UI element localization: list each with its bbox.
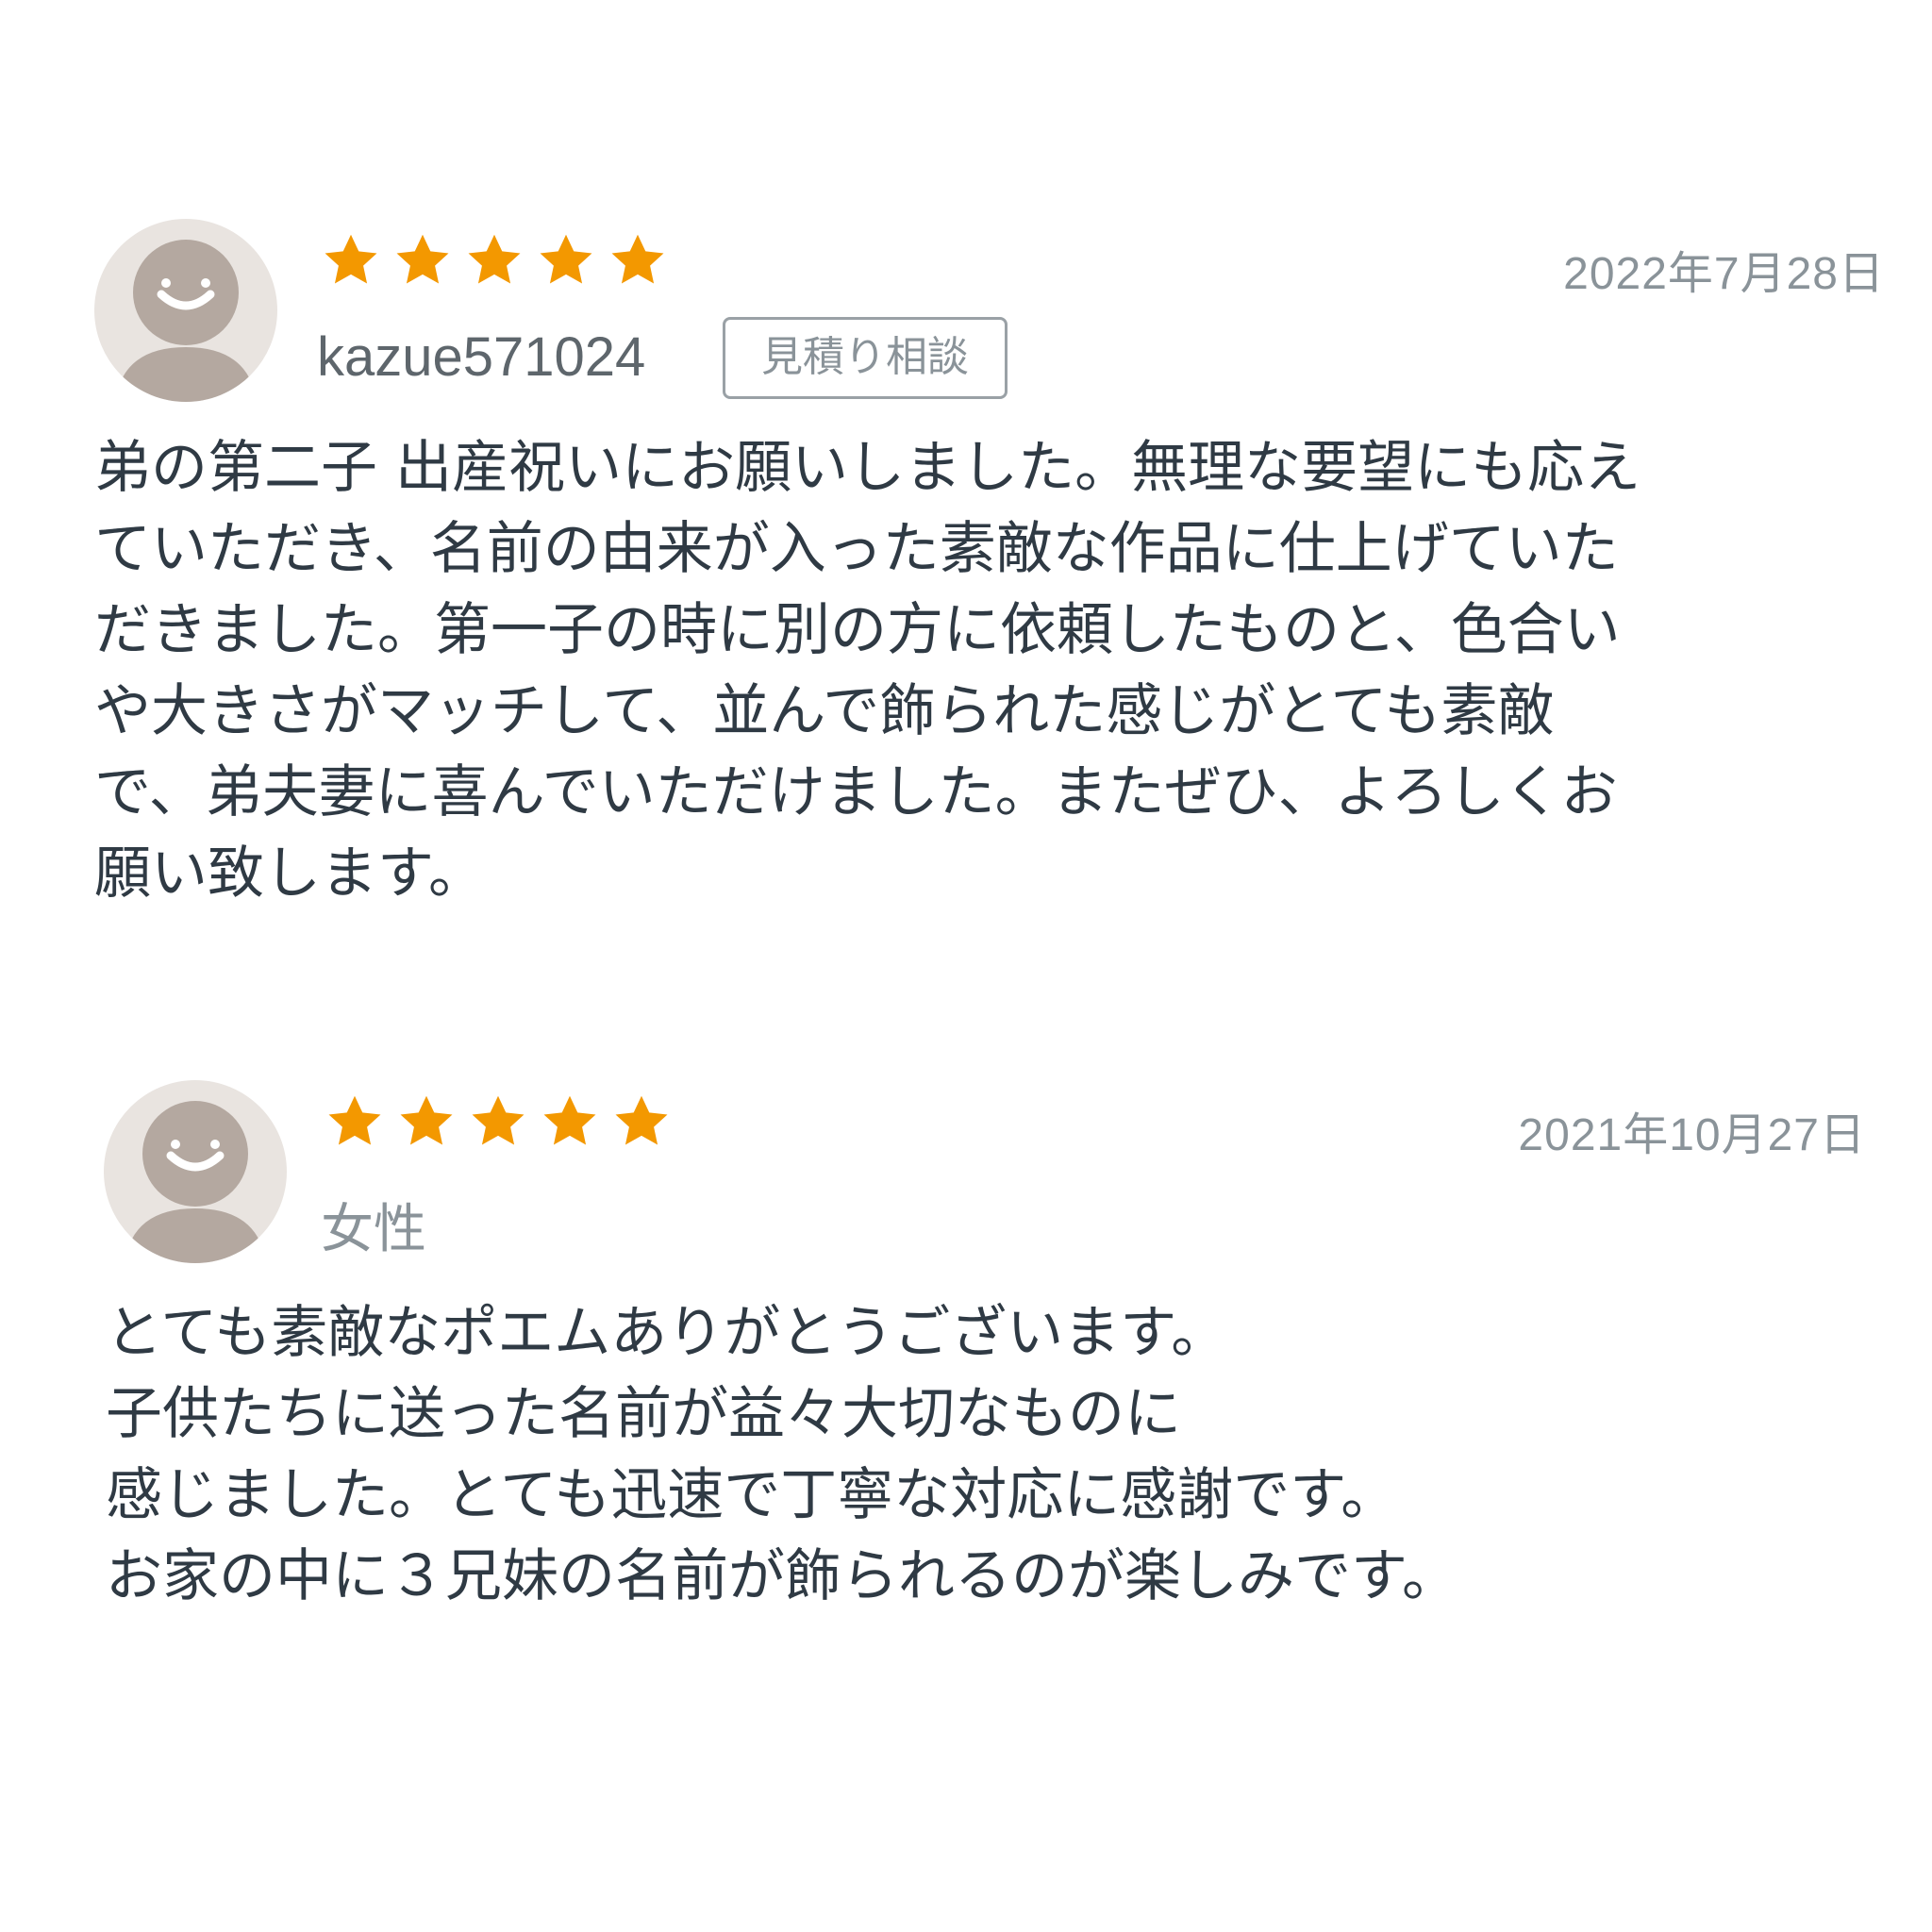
star-icon — [400, 1095, 453, 1145]
review-text: とても素敵なポエムありがとうございます。 子供たちに送った名前が益々大切なものに… — [106, 1300, 1458, 1609]
star-icon — [615, 1095, 668, 1145]
star-rating — [325, 1091, 672, 1152]
star-icon — [543, 1095, 596, 1145]
reviewer-name[interactable]: 女性 — [321, 1187, 426, 1263]
star-icon — [328, 1095, 381, 1145]
user-avatar-icon[interactable] — [104, 1080, 287, 1263]
review-card-2: 2021年10月27日 女性 とても素敵なポエムありがとうございます。 子供たち… — [0, 0, 1932, 1932]
star-icon — [472, 1095, 525, 1145]
review-date: 2021年10月27日 — [1518, 1110, 1866, 1160]
